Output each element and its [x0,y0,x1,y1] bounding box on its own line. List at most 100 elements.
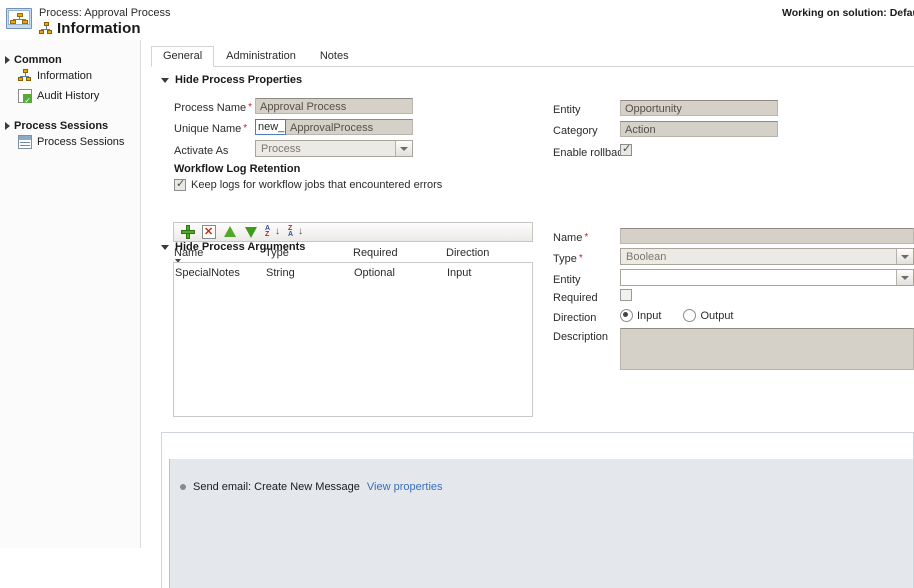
unique-name-label: Unique Name * [174,123,248,135]
breadcrumb: Process: Approval Process [39,7,171,19]
unique-name-input[interactable]: ApprovalProcess [286,119,413,135]
category-input[interactable]: Action [620,121,778,137]
view-properties-link[interactable]: View properties [367,481,443,493]
argument-name-input[interactable] [620,228,914,244]
process-name-label: Process Name * [174,102,253,114]
cell-name: SpecialNotes [175,267,240,279]
argument-description-textarea[interactable] [620,328,914,370]
page-header: Process: Approval Process Information Wo… [0,0,914,40]
sidebar-group-label: Process Sessions [14,120,109,132]
activate-as-value: Process [261,142,301,155]
chevron-down-icon[interactable] [896,249,913,264]
unique-name-prefix-input[interactable]: new_ [255,119,286,135]
argument-direction-label: Direction [553,312,597,324]
argument-direction-radio-group: Input Output [620,309,734,322]
sort-az-icon[interactable]: A Z ↓ [265,225,281,240]
process-node-icon [18,69,32,83]
enable-rollback-label: Enable rollback [553,147,629,159]
sidebar-group-process-sessions: Process Sessions Process Sessions [0,120,140,152]
process-name-input[interactable]: Approval Process [255,98,413,114]
plus-icon[interactable] [181,225,195,239]
unique-name-field-group: new_ ApprovalProcess [255,119,413,135]
chevron-down-icon[interactable] [395,141,412,156]
cell-type: String [266,267,295,279]
page-title: Information [57,20,141,37]
collapse-triangle-icon [161,244,169,250]
radio-output[interactable] [683,309,697,322]
tab-administration[interactable]: Administration [214,46,308,67]
required-asterisk: * [248,102,253,113]
argument-type-select[interactable]: Boolean [620,248,914,265]
direction-input-radio-item[interactable]: Input [620,309,661,322]
entity-label: Entity [553,104,581,116]
category-label: Category [553,125,598,137]
section-label: Hide Process Properties [175,74,303,86]
designer-step-row[interactable]: Send email: Create New Message View prop… [180,481,443,493]
direction-input-label: Input [637,309,662,322]
column-header-type[interactable]: Type [265,247,353,263]
sidebar-item-audit-history[interactable]: Audit History [0,86,140,106]
sidebar-group-header-common[interactable]: Common [0,54,140,66]
argument-type-label: Type * [553,253,583,265]
tab-notes[interactable]: Notes [308,46,361,67]
tab-strip: General Administration Notes [151,46,914,67]
enable-rollback-checkbox[interactable] [620,142,632,156]
radio-input[interactable] [620,309,633,322]
step-label: Send email: Create New Message [193,481,360,493]
arguments-grid[interactable]: SpecialNotes String Optional Input [173,262,533,417]
page-title-wrap: Information [39,20,141,37]
activate-as-select[interactable]: Process [255,140,413,157]
chevron-down-icon[interactable] [896,270,913,285]
table-row[interactable]: SpecialNotes String Optional Input [174,263,532,279]
direction-output-radio-item[interactable]: Output [683,309,734,322]
argument-description-label: Description [553,331,609,343]
argument-entity-label: Entity [553,274,581,286]
workflow-log-retention-heading: Workflow Log Retention [174,163,301,175]
sidebar: Common Information Audit History Process… [0,40,141,548]
process-node-icon [39,22,52,35]
audit-history-icon [18,89,32,105]
process-sessions-icon [18,135,32,149]
arrow-up-icon[interactable] [223,225,237,239]
keep-logs-checkbox[interactable] [174,177,186,191]
arrow-down-icon[interactable] [244,225,258,239]
column-header-required[interactable]: Required [353,247,446,263]
argument-entity-select[interactable] [620,269,914,286]
cell-required: Optional [354,267,395,279]
hide-process-properties-toggle[interactable]: Hide Process Properties [161,74,302,86]
sort-za-icon[interactable]: Z A ↓ [288,225,304,240]
argument-required-checkbox[interactable] [620,289,632,301]
sidebar-item-process-sessions[interactable]: Process Sessions [0,132,140,152]
keep-logs-label: Keep logs for workflow jobs that encount… [191,179,443,191]
column-header-name[interactable]: Name [174,247,265,263]
tab-general[interactable]: General [151,46,215,67]
arguments-toolbar: AZ↓ ZA↓ [173,222,533,242]
sidebar-item-label: Process Sessions [37,136,125,148]
sidebar-group-label: Common [14,54,62,66]
entity-input[interactable]: Opportunity [620,100,778,116]
sidebar-item-label: Information [37,70,93,82]
step-bullet-icon [180,484,186,490]
argument-type-value: Boolean [626,250,667,263]
sidebar-group-header-process-sessions[interactable]: Process Sessions [0,120,140,132]
expand-triangle-icon [5,56,10,64]
required-asterisk: * [584,232,589,243]
sidebar-item-label: Audit History [37,90,100,102]
keep-logs-checkbox-row[interactable]: Keep logs for workflow jobs that encount… [174,177,443,191]
process-designer-panel: Send email: Create New Message View prop… [161,432,914,588]
activate-as-label: Activate As [174,145,229,157]
cell-direction: Input [447,267,472,279]
solution-context-label: Working on solution: Default So [782,7,914,19]
collapse-triangle-icon [161,77,169,83]
argument-name-label: Name * [553,232,589,244]
designer-canvas[interactable]: Send email: Create New Message View prop… [169,459,913,588]
sidebar-item-information[interactable]: Information [0,66,140,86]
required-asterisk: * [578,253,583,264]
expand-triangle-icon [5,122,10,130]
arguments-grid-header: Name Type Required Direction [174,247,534,263]
main-content: General Administration Notes Hide Proces… [141,40,914,588]
required-asterisk: * [243,123,248,134]
column-header-direction[interactable]: Direction [446,247,526,263]
delete-icon[interactable] [202,224,216,240]
direction-output-label: Output [700,309,734,322]
